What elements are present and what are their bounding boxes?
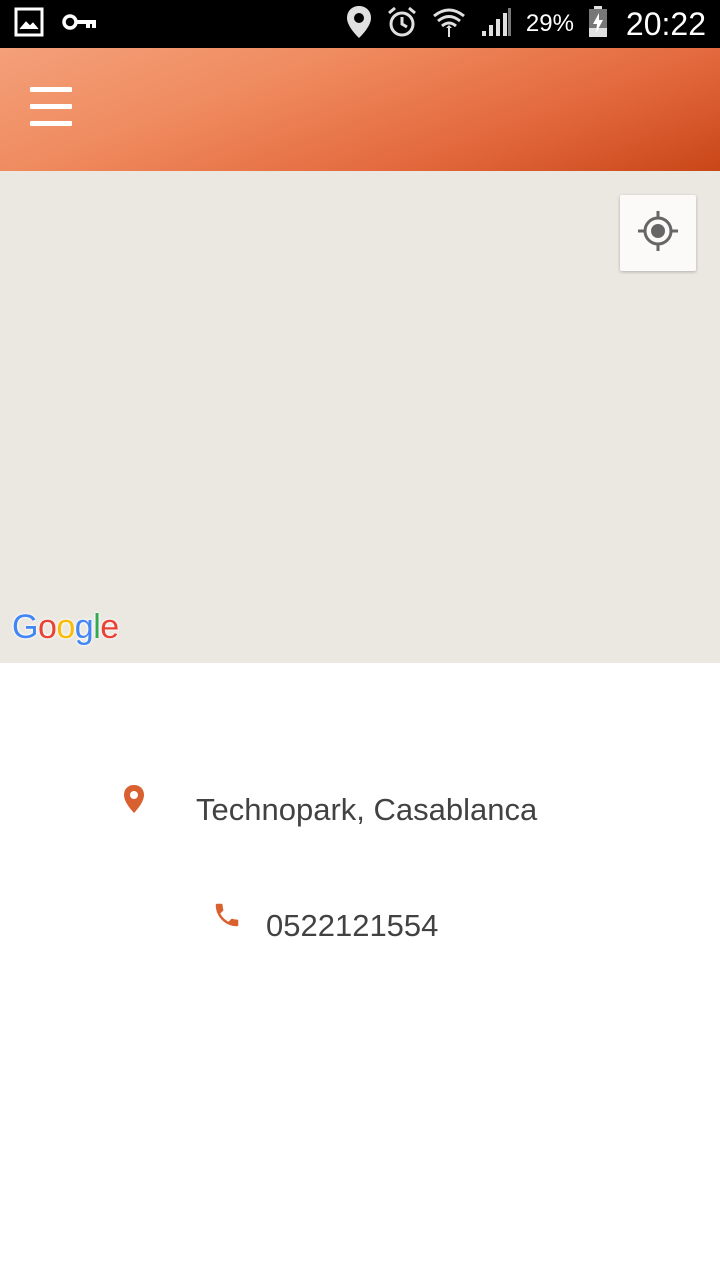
phone-row[interactable]: 0522121554: [212, 898, 438, 954]
battery-percent: 29%: [525, 10, 574, 37]
status-bar-right: 29% 20:22: [346, 0, 706, 48]
hamburger-menu-icon: [27, 83, 75, 136]
cell-signal-icon: [480, 7, 512, 42]
google-logo-letter: g: [74, 608, 94, 646]
location-pin-icon: [120, 783, 148, 815]
phone-text: 0522121554: [266, 908, 439, 943]
google-logo-letter: G: [12, 608, 38, 646]
gallery-icon: [14, 7, 44, 42]
wifi-icon: [432, 6, 466, 43]
google-logo: Google: [12, 608, 119, 647]
status-bar: 29% 20:22: [0, 0, 720, 48]
battery-charging-icon: [588, 5, 608, 43]
google-logo-letter: o: [56, 608, 75, 646]
phone-icon: [212, 900, 242, 930]
vpn-key-icon: [62, 12, 98, 37]
status-bar-left: [14, 0, 98, 48]
address-text: Technopark, Casablanca: [196, 792, 538, 827]
my-location-button[interactable]: [620, 195, 696, 271]
google-logo-letter: o: [37, 608, 57, 646]
alarm-icon: [386, 6, 418, 43]
status-clock: 20:22: [625, 5, 706, 42]
address-row[interactable]: Technopark, Casablanca: [120, 782, 537, 838]
menu-button[interactable]: [20, 78, 82, 140]
location-icon: [346, 5, 372, 44]
app-bar: [0, 48, 720, 171]
my-location-icon: [636, 209, 680, 258]
google-logo-letter: e: [100, 608, 119, 646]
map-view[interactable]: Google: [0, 171, 720, 663]
